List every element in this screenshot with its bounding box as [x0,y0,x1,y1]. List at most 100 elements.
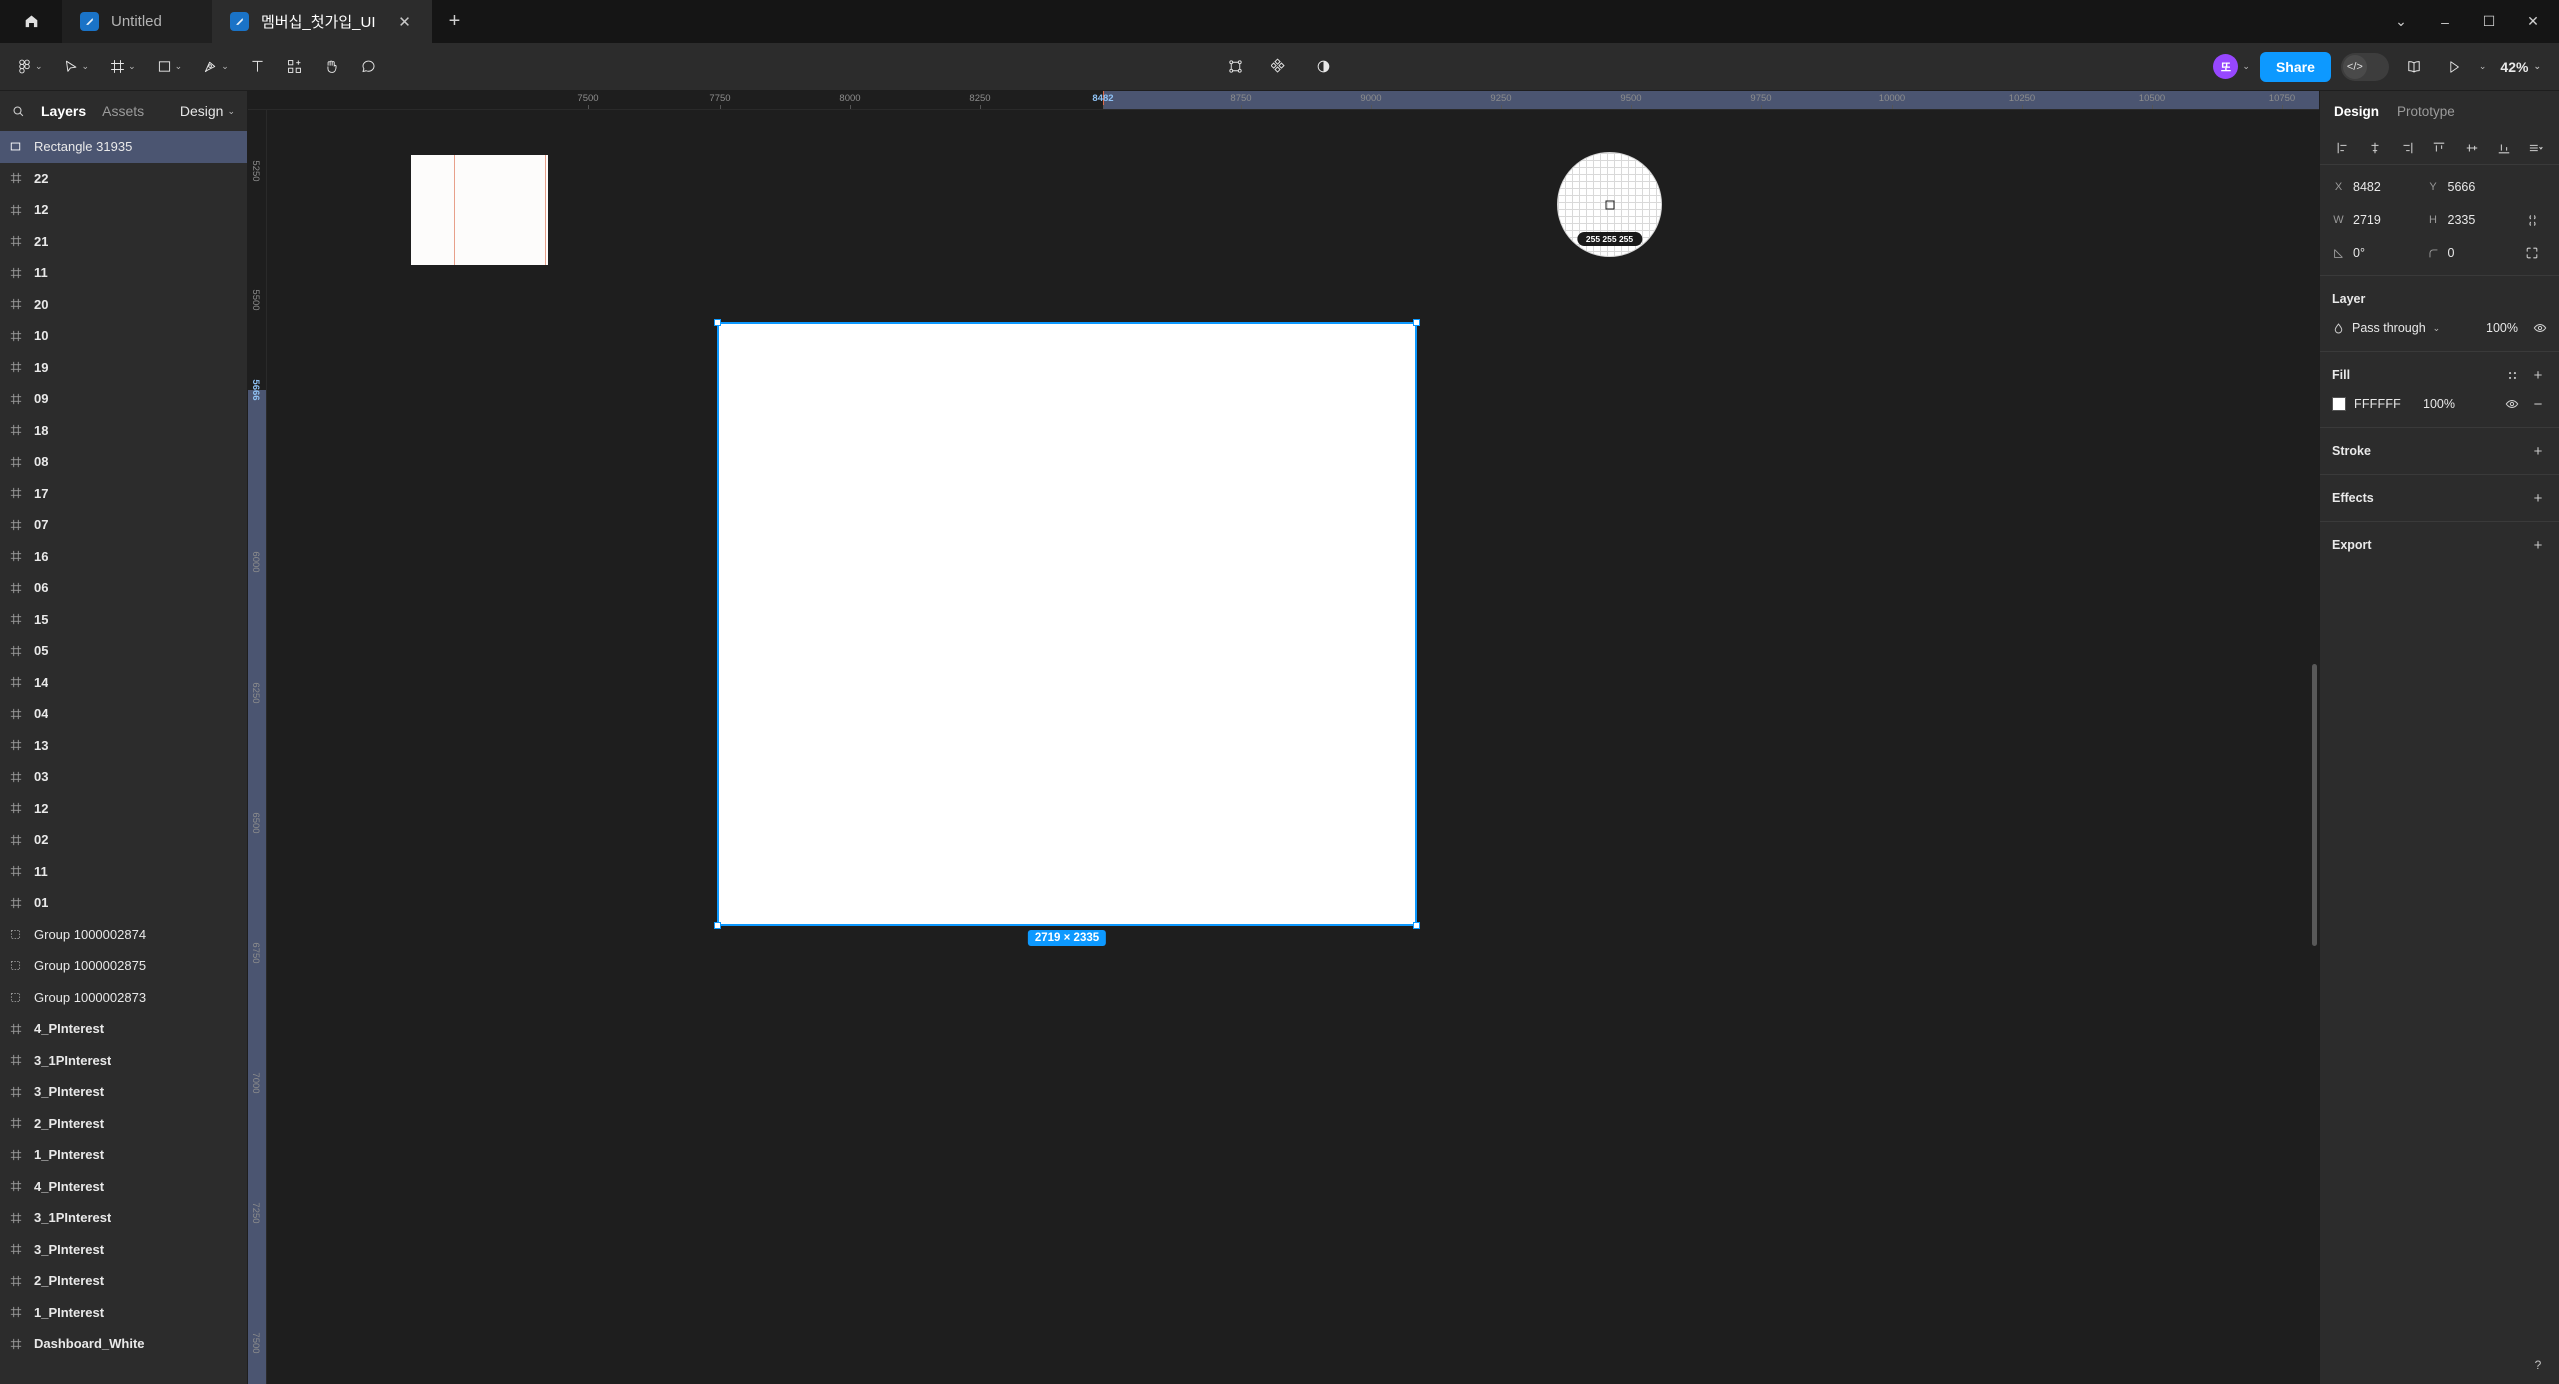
add-export-button[interactable]: + [2529,536,2547,554]
layer-row[interactable]: 11 [0,856,247,888]
pen-tool-button[interactable]: ⌄ [196,51,235,83]
layer-row[interactable]: 3_PInterest [0,1234,247,1266]
tab-design[interactable]: Design [2334,104,2379,119]
layer-row[interactable]: 11 [0,257,247,289]
layer-row[interactable]: 3_1PInterest [0,1202,247,1234]
independent-corners-icon[interactable] [2521,242,2543,264]
fill-styles-icon[interactable] [2506,369,2519,382]
selected-rectangle[interactable]: 2719 × 2335 [714,319,1420,946]
layer-row[interactable]: 2_PInterest [0,1108,247,1140]
corner-radius-field[interactable]: 0 [2427,241,2522,265]
home-icon[interactable] [0,0,62,43]
eye-icon[interactable] [2533,321,2547,335]
align-right-icon[interactable] [2396,137,2418,159]
chevron-down-icon[interactable]: ⌄ [2379,0,2423,43]
layer-row[interactable]: 17 [0,478,247,510]
add-fill-button[interactable]: + [2529,366,2547,384]
layer-row[interactable]: 19 [0,352,247,384]
page-selector[interactable]: Design ⌄ [180,103,235,119]
tab-assets[interactable]: Assets [102,103,144,119]
layer-row[interactable]: 1_PInterest [0,1297,247,1329]
layer-row[interactable]: 16 [0,541,247,573]
play-icon[interactable] [2439,52,2469,82]
add-stroke-button[interactable]: + [2529,442,2547,460]
layer-row[interactable]: 3_PInterest [0,1076,247,1108]
layer-row[interactable]: 18 [0,415,247,447]
layer-row-selected[interactable]: Rectangle 31935 [0,131,247,163]
resize-handle-top-right[interactable] [1413,319,1420,326]
layer-row[interactable]: 07 [0,509,247,541]
y-field[interactable]: Y 5666 [2427,175,2522,199]
dev-mode-toggle[interactable]: </> [2340,52,2389,81]
text-tool-button[interactable] [243,51,272,83]
layer-row[interactable]: 2_PInterest [0,1265,247,1297]
fill-color-swatch[interactable] [2332,397,2346,411]
eye-icon[interactable] [2505,397,2519,411]
horizontal-ruler[interactable]: 7500 7750 8000 8250 8482 8750 9000 9250 9500 9750… [248,91,2319,110]
width-field[interactable]: W 2719 [2332,208,2427,232]
canvas-vertical-scrollbar[interactable] [2312,664,2317,946]
layers-list[interactable]: Rectangle 31935 22 12 21 11 20 10 19 09 18 08 17 07 1… [0,131,247,1384]
resize-handle-top-left[interactable] [714,319,721,326]
layer-row[interactable]: 03 [0,761,247,793]
layer-row[interactable]: 4_PInterest [0,1171,247,1203]
layer-row[interactable]: 01 [0,887,247,919]
layer-row[interactable]: Group 1000002875 [0,950,247,982]
layer-row[interactable]: 04 [0,698,247,730]
user-avatar-menu[interactable]: 또 ⌄ [2213,54,2250,79]
frame-tool-button[interactable]: ⌄ [103,51,142,83]
align-top-icon[interactable] [2428,137,2450,159]
tab-prototype[interactable]: Prototype [2397,104,2455,119]
layer-row[interactable]: Dashboard_White [0,1328,247,1360]
layer-row[interactable]: 10 [0,320,247,352]
align-bottom-icon[interactable] [2493,137,2515,159]
align-more-icon[interactable] [2525,137,2547,159]
align-left-icon[interactable] [2332,137,2354,159]
layer-row[interactable]: Group 1000002873 [0,982,247,1014]
tab-membership-ui[interactable]: 멤버십_첫가입_UI ✕ [212,0,432,43]
resize-handle-bottom-right[interactable] [1413,922,1420,929]
layer-row[interactable]: 21 [0,226,247,258]
fill-row[interactable]: FFFFFF 100% − [2332,391,2547,417]
thumbnail-artboard[interactable] [411,155,548,265]
canvas-area[interactable]: 7500 7750 8000 8250 8482 8750 9000 9250 9500 9750… [248,91,2319,1384]
align-horizontal-center-icon[interactable] [2364,137,2386,159]
constrain-proportions-icon[interactable] [2521,209,2543,231]
close-window-button[interactable]: ✕ [2511,0,2555,43]
book-icon[interactable] [2399,52,2429,82]
zoom-level-control[interactable]: 42% ⌄ [2496,59,2545,75]
search-icon[interactable] [12,105,25,118]
minimize-button[interactable]: – [2423,0,2467,43]
layer-row[interactable]: 1_PInterest [0,1139,247,1171]
layer-row[interactable]: 09 [0,383,247,415]
actions-tool-button[interactable] [1265,52,1295,82]
layer-row[interactable]: 22 [0,163,247,195]
layer-row[interactable]: 13 [0,730,247,762]
layer-row[interactable]: 05 [0,635,247,667]
blend-mode-row[interactable]: Pass through ⌄ 100% [2332,315,2547,341]
share-button[interactable]: Share [2259,51,2331,82]
hand-tool-button[interactable] [317,51,346,83]
transform-tool-button[interactable] [1221,52,1251,82]
vertical-ruler[interactable]: 5250 5666 5500 6000 6250 6500 6750 7000 7250 7500… [248,110,267,1384]
figma-menu-button[interactable]: ⌄ [10,51,49,83]
layer-row[interactable]: 14 [0,667,247,699]
appearance-tool-button[interactable] [1309,52,1339,82]
tab-untitled[interactable]: Untitled [62,0,212,43]
x-field[interactable]: X 8482 [2332,175,2427,199]
align-vertical-center-icon[interactable] [2461,137,2483,159]
height-field[interactable]: H 2335 [2427,208,2522,232]
layer-row[interactable]: 08 [0,446,247,478]
add-effect-button[interactable]: + [2529,489,2547,507]
maximize-button[interactable]: ☐ [2467,0,2511,43]
rotation-field[interactable]: 0° [2332,241,2427,265]
components-tool-button[interactable] [280,51,309,83]
help-button[interactable]: ? [2527,1354,2549,1376]
chevron-down-icon[interactable]: ⌄ [2479,62,2487,71]
layer-row[interactable]: 3_1PInterest [0,1045,247,1077]
shape-tool-button[interactable]: ⌄ [150,51,189,83]
move-tool-button[interactable]: ⌄ [57,51,96,83]
layer-row[interactable]: 15 [0,604,247,636]
layer-row[interactable]: 02 [0,824,247,856]
comment-tool-button[interactable] [354,51,383,83]
